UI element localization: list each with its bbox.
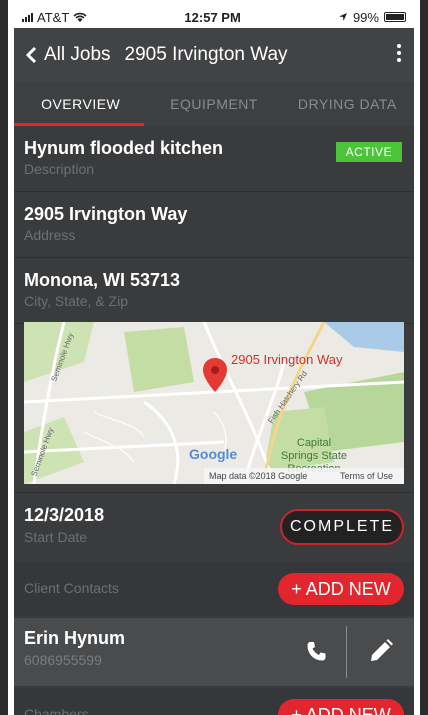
status-right: 99% xyxy=(338,10,406,25)
map-canvas: Seminole Hwy Fish Hatchery Rd Seminole H… xyxy=(24,322,404,484)
city-label: City, State, & Zip xyxy=(24,293,128,309)
contact-row[interactable]: Erin Hynum 6086955599 xyxy=(14,618,414,686)
back-button[interactable]: All Jobs xyxy=(24,44,111,66)
app-frame: AT&T 12:57 PM 99% All Jobs 2905 Irvingto… xyxy=(8,0,420,715)
map-view[interactable]: Seminole Hwy Fish Hatchery Rd Seminole H… xyxy=(24,322,404,484)
battery-icon xyxy=(383,12,406,22)
status-badge: ACTIVE xyxy=(335,142,402,162)
address-field[interactable]: 2905 Irvington Way Address xyxy=(14,192,414,258)
edit-pencil-icon[interactable] xyxy=(368,638,394,664)
contact-name: Erin Hynum xyxy=(24,628,126,648)
city-field[interactable]: Monona, WI 53713 City, State, & Zip xyxy=(14,258,414,324)
clock: 12:57 PM xyxy=(184,9,241,25)
app-bar: All Jobs 2905 Irvington Way xyxy=(14,28,414,82)
complete-button[interactable]: COMPLETE xyxy=(280,509,404,545)
description-field[interactable]: Hynum flooded kitchen Description ACTIVE xyxy=(14,126,414,192)
chambers-label: Chambers xyxy=(24,706,89,715)
description-label: Description xyxy=(24,161,95,177)
battery-percent: 99% xyxy=(352,9,379,25)
wifi-icon xyxy=(73,12,87,22)
tab-equipment[interactable]: EQUIPMENT xyxy=(147,96,280,112)
status-left: AT&T xyxy=(22,10,87,25)
start-date-value: 12/3/2018 xyxy=(24,505,105,525)
contact-divider xyxy=(346,626,347,678)
status-bar: AT&T 12:57 PM 99% xyxy=(14,6,414,28)
map-terms-link[interactable]: Terms of Use xyxy=(340,471,393,481)
add-contact-button[interactable]: + ADD NEW xyxy=(278,573,404,605)
back-label: All Jobs xyxy=(44,44,111,65)
location-arrow-icon xyxy=(338,13,347,21)
map-attribution: Map data ©2018 Google xyxy=(209,471,307,481)
google-logo: Google xyxy=(189,446,237,462)
more-options-icon[interactable] xyxy=(396,44,402,65)
chambers-header: Chambers + ADD NEW xyxy=(14,688,414,715)
tab-bar: OVERVIEW EQUIPMENT DRYING DATA xyxy=(14,82,414,126)
map-park-label-1: Capital xyxy=(297,437,331,449)
map-pin-label: 2905 Irvington Way xyxy=(231,352,343,367)
address-label: Address xyxy=(24,227,76,243)
carrier-label: AT&T xyxy=(37,9,70,25)
contact-phone: 6086955599 xyxy=(24,652,102,668)
phone-icon[interactable] xyxy=(304,640,328,664)
chevron-left-icon xyxy=(25,46,37,64)
page-title: 2905 Irvington Way xyxy=(124,44,288,65)
start-date-row: 12/3/2018 Start Date COMPLETE xyxy=(14,492,414,561)
signal-icon xyxy=(22,12,33,22)
tab-drying-data[interactable]: DRYING DATA xyxy=(281,96,414,112)
map-park-label-2: Springs State xyxy=(281,450,347,462)
add-chamber-button[interactable]: + ADD NEW xyxy=(278,699,404,715)
tab-overview[interactable]: OVERVIEW xyxy=(14,96,147,112)
address-value: 2905 Irvington Way xyxy=(24,204,188,224)
start-date-label: Start Date xyxy=(24,529,88,545)
client-contacts-label: Client Contacts xyxy=(24,580,119,596)
city-value: Monona, WI 53713 xyxy=(24,270,181,290)
client-contacts-header: Client Contacts + ADD NEW xyxy=(14,562,414,616)
